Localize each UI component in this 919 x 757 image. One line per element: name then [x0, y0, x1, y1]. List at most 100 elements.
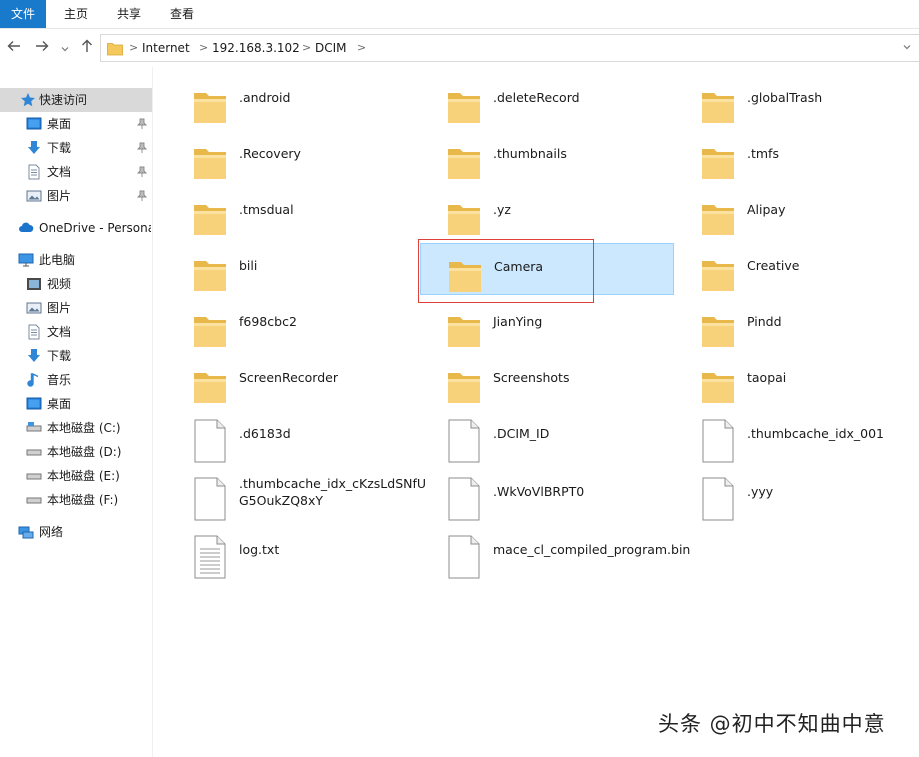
file-item-wkvovlbrpt0[interactable]: .WkVoVlBRPT0	[420, 469, 674, 521]
tab-file[interactable]: 文件	[0, 0, 46, 28]
file-item-log-txt[interactable]: log.txt	[166, 527, 420, 579]
navigation-pane: 快速访问 桌面 下载 文档 图片 OneDrive - Persona 此电脑 …	[0, 67, 153, 757]
document-icon	[28, 324, 40, 340]
nav-label: 桌面	[47, 117, 72, 131]
nav-quick-desktop[interactable]: 桌面	[0, 112, 152, 136]
drive-icon	[26, 422, 42, 432]
nav-pc-videos[interactable]: 视频	[0, 272, 152, 296]
pin-icon[interactable]	[137, 166, 147, 178]
item-name: Pindd	[747, 314, 782, 329]
breadcrumb-separator[interactable]: >	[302, 35, 311, 61]
address-dropdown-icon[interactable]	[903, 35, 911, 61]
folder-item-f698cbc2[interactable]: f698cbc2	[166, 299, 420, 351]
folder-icon	[446, 83, 482, 127]
folder-item-creative[interactable]: Creative	[674, 243, 919, 295]
recent-locations-button[interactable]	[58, 37, 72, 59]
folder-item-camera[interactable]: Camera	[420, 243, 674, 295]
nav-pc-pictures[interactable]: 图片	[0, 296, 152, 320]
file-item-mace-cl-compiled-program-bin[interactable]: mace_cl_compiled_program.bin	[420, 527, 690, 579]
nav-pc-desktop[interactable]: 桌面	[0, 392, 152, 416]
nav-quick-pictures[interactable]: 图片	[0, 184, 152, 208]
folder-icon	[192, 363, 228, 407]
nav-onedrive[interactable]: OneDrive - Persona	[0, 216, 152, 240]
back-button[interactable]	[5, 37, 23, 59]
nav-pc-documents[interactable]: 文档	[0, 320, 152, 344]
folder-item-screenshots[interactable]: Screenshots	[420, 355, 674, 407]
forward-button[interactable]	[33, 37, 51, 59]
pin-icon[interactable]	[137, 190, 147, 202]
item-name: .WkVoVlBRPT0	[493, 484, 585, 499]
up-button[interactable]	[78, 37, 96, 59]
folder-item-tmsdual[interactable]: .tmsdual	[166, 187, 420, 239]
tab-home[interactable]: 主页	[64, 0, 88, 28]
nav-pc-music[interactable]: 音乐	[0, 368, 152, 392]
folder-item-yz[interactable]: .yz	[420, 187, 674, 239]
item-name: .thumbcache_idx_001	[747, 426, 885, 441]
drive-icon	[26, 473, 42, 480]
file-grid: .android .deleteRecord .globalTrash .Recove…	[152, 67, 919, 757]
pin-icon[interactable]	[137, 142, 147, 154]
breadcrumb-separator[interactable]: >	[199, 35, 208, 61]
breadcrumb-separator[interactable]: >	[357, 35, 366, 61]
nav-quick-access[interactable]: 快速访问	[0, 88, 152, 112]
folder-item-globaltrash[interactable]: .globalTrash	[674, 75, 919, 127]
nav-this-pc[interactable]: 此电脑	[0, 248, 152, 272]
breadcrumb-dcim[interactable]: DCIM	[315, 35, 347, 61]
item-name: mace_cl_compiled_program.bin	[493, 542, 691, 557]
folder-item-deleterecord[interactable]: .deleteRecord	[420, 75, 674, 127]
nav-label: 音乐	[47, 373, 72, 387]
tab-share[interactable]: 共享	[117, 0, 141, 28]
file-item-dcim-id[interactable]: .DCIM_ID	[420, 411, 674, 463]
nav-network[interactable]: 网络	[0, 520, 152, 544]
file-item-thumbcache-idx-ckzsldsnfug5oukzq8xy[interactable]: .thumbcache_idx_cKzsLdSNfUG5OukZQ8xY	[166, 469, 426, 521]
nav-drive-e[interactable]: 本地磁盘 (E:)	[0, 464, 152, 488]
folder-icon	[447, 252, 483, 296]
watermark: 头条 @初中不知曲中意	[658, 712, 886, 736]
breadcrumb-internet[interactable]: Internet	[142, 35, 190, 61]
folder-item-screenrecorder[interactable]: ScreenRecorder	[166, 355, 420, 407]
folder-item-jianying[interactable]: JianYing	[420, 299, 674, 351]
nav-label: 桌面	[47, 397, 72, 411]
nav-quick-documents[interactable]: 文档	[0, 160, 152, 184]
nav-label: 此电脑	[39, 253, 76, 267]
folder-item-alipay[interactable]: Alipay	[674, 187, 919, 239]
folder-item-android[interactable]: .android	[166, 75, 420, 127]
nav-label: 本地磁盘 (D:)	[47, 445, 122, 459]
nav-drive-c[interactable]: 本地磁盘 (C:)	[0, 416, 152, 440]
tab-view[interactable]: 查看	[170, 0, 194, 28]
nav-drive-d[interactable]: 本地磁盘 (D:)	[0, 440, 152, 464]
nav-quick-downloads[interactable]: 下载	[0, 136, 152, 160]
file-icon	[446, 477, 482, 521]
music-icon	[27, 373, 39, 387]
download-icon	[28, 349, 40, 362]
file-item-yyy[interactable]: .yyy	[674, 469, 919, 521]
pin-icon[interactable]	[137, 118, 147, 130]
folder-item-tmfs[interactable]: .tmfs	[674, 131, 919, 183]
address-bar[interactable]: > Internet > 192.168.3.102 > DCIM >	[100, 34, 919, 62]
item-name: f698cbc2	[239, 314, 297, 329]
folder-icon	[446, 363, 482, 407]
folder-icon	[446, 307, 482, 351]
desktop-icon	[26, 117, 42, 130]
file-item-thumbcache-idx-001[interactable]: .thumbcache_idx_001	[674, 411, 919, 463]
folder-item-pindd[interactable]: Pindd	[674, 299, 919, 351]
nav-label: 文档	[47, 165, 72, 179]
folder-icon	[192, 139, 228, 183]
folder-item-recovery[interactable]: .Recovery	[166, 131, 420, 183]
nav-label: 视频	[47, 277, 72, 291]
star-icon	[21, 93, 35, 107]
file-item-d6183d[interactable]: .d6183d	[166, 411, 420, 463]
nav-drive-f[interactable]: 本地磁盘 (F:)	[0, 488, 152, 512]
folder-icon	[192, 83, 228, 127]
folder-item-bili[interactable]: bili	[166, 243, 420, 295]
picture-icon	[26, 302, 42, 314]
nav-label: 本地磁盘 (E:)	[47, 469, 120, 483]
item-name: .android	[239, 90, 291, 105]
nav-pc-downloads[interactable]: 下载	[0, 344, 152, 368]
drive-icon	[26, 497, 42, 504]
folder-item-thumbnails[interactable]: .thumbnails	[420, 131, 674, 183]
breadcrumb-host[interactable]: 192.168.3.102	[212, 35, 300, 61]
item-name: .deleteRecord	[493, 90, 580, 105]
folder-item-taopai[interactable]: taopai	[674, 355, 919, 407]
breadcrumb-separator[interactable]: >	[129, 35, 138, 61]
